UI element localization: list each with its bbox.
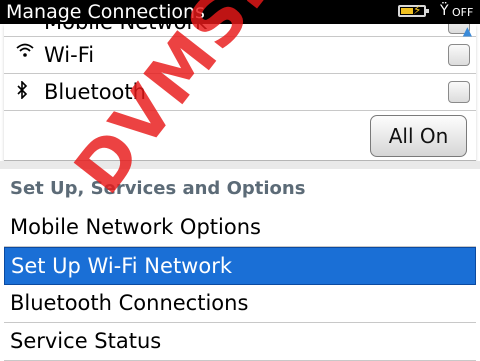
section-header: Set Up, Services and Options bbox=[10, 178, 306, 199]
list-item-service-status[interactable]: Service Status bbox=[4, 323, 476, 361]
radio-status: OFF bbox=[452, 6, 474, 19]
toggle-label: Bluetooth bbox=[44, 80, 146, 104]
toggle-row-wifi[interactable]: Wi-Fi bbox=[4, 37, 476, 74]
list-item-set-up-wifi-network[interactable]: Set Up Wi-Fi Network bbox=[4, 247, 476, 285]
toggle-label: Wi-Fi bbox=[44, 43, 95, 67]
list-item-label: Set Up Wi-Fi Network bbox=[11, 254, 232, 278]
wifi-icon bbox=[16, 42, 34, 62]
section-divider bbox=[0, 161, 480, 169]
battery-level bbox=[401, 8, 413, 14]
charging-bolt-icon: ⚡ bbox=[413, 3, 422, 17]
scroll-up-icon[interactable]: ▲ bbox=[463, 24, 472, 38]
list-item-label: Service Status bbox=[10, 329, 162, 353]
bluetooth-checkbox[interactable] bbox=[448, 81, 470, 103]
list-item-label: Bluetooth Connections bbox=[10, 291, 249, 315]
wifi-checkbox[interactable] bbox=[448, 44, 470, 66]
screen-title: Manage Connections bbox=[6, 1, 205, 23]
title-bar: Manage Connections ⚡ Ÿ OFF bbox=[0, 0, 480, 24]
setup-section: Set Up, Services and Options bbox=[4, 169, 476, 209]
toggle-row-mobile-network[interactable]: Mobile Network bbox=[4, 24, 476, 37]
bluetooth-icon bbox=[16, 80, 28, 103]
toggle-row-bluetooth[interactable]: Bluetooth bbox=[4, 74, 476, 111]
battery-charging-icon: ⚡ bbox=[398, 3, 429, 17]
all-on-button[interactable]: All On bbox=[370, 115, 467, 157]
antenna-icon: Ÿ bbox=[440, 3, 449, 19]
list-item-bluetooth-connections[interactable]: Bluetooth Connections bbox=[4, 285, 476, 323]
list-item-mobile-network-options[interactable]: Mobile Network Options bbox=[4, 209, 476, 247]
list-item-label: Mobile Network Options bbox=[10, 215, 261, 239]
toggle-label: Mobile Network bbox=[44, 24, 207, 34]
